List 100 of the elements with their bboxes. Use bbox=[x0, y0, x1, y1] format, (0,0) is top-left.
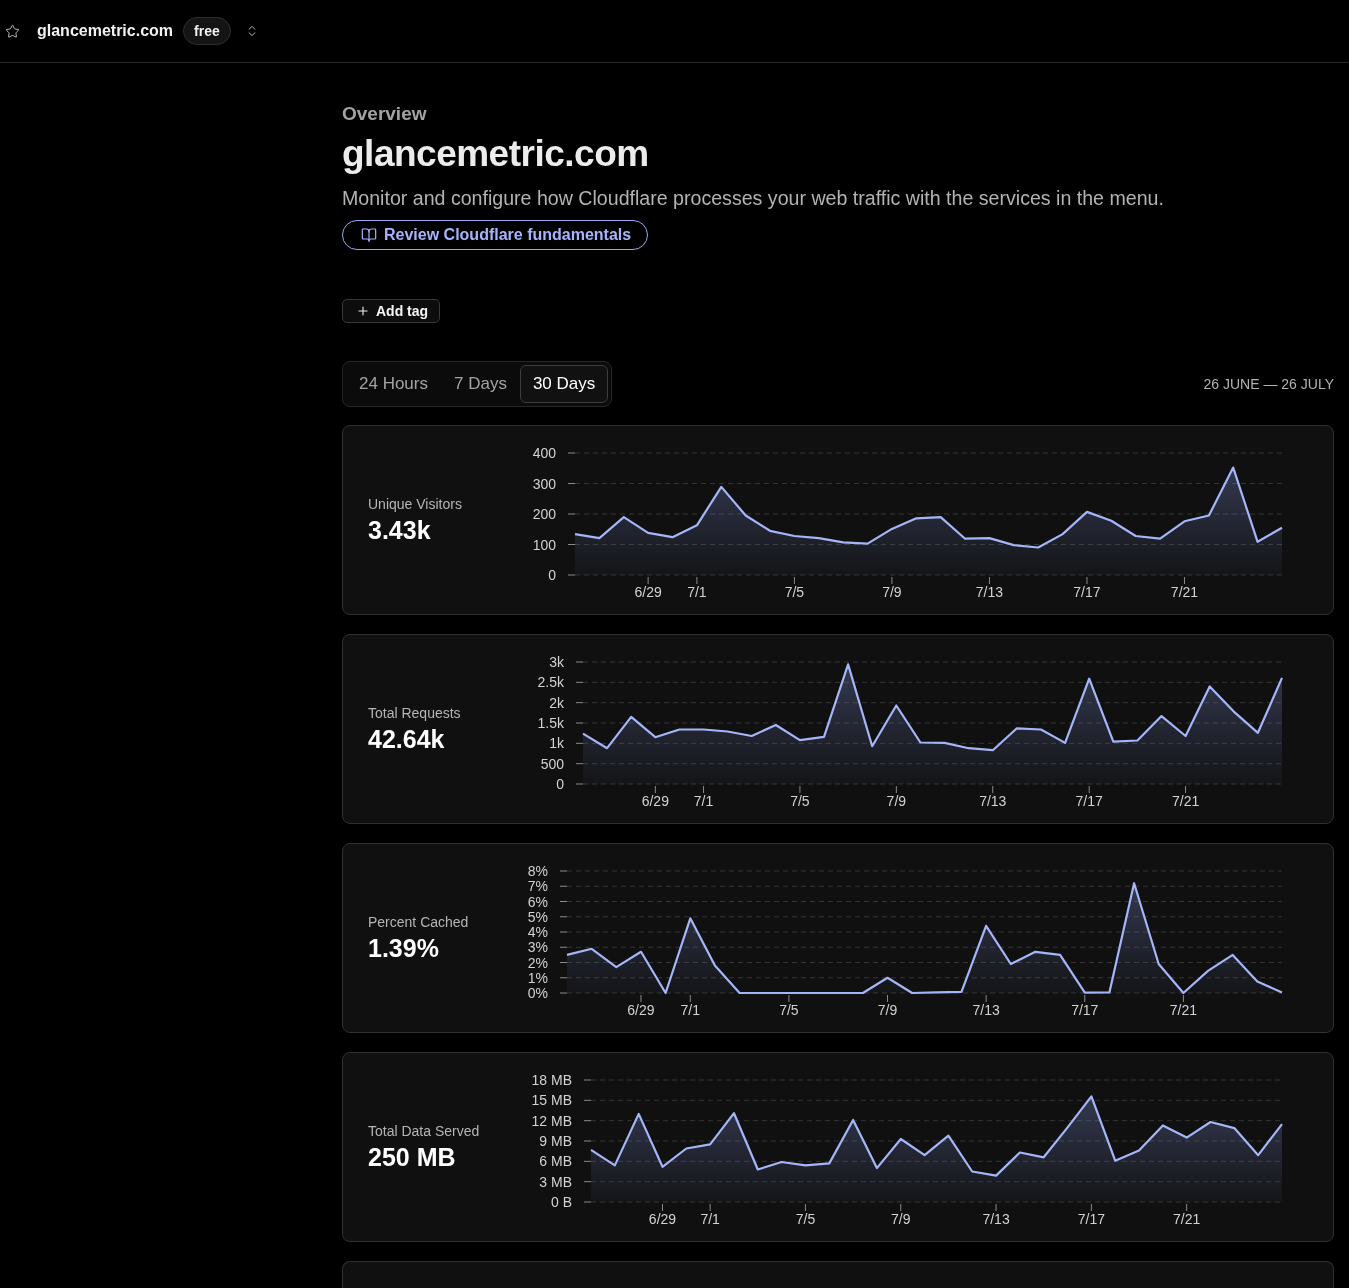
plus-icon bbox=[356, 304, 370, 318]
y-tick-label: 1% bbox=[527, 969, 548, 986]
x-axis-tick: 7/17 bbox=[1073, 576, 1101, 600]
x-axis-tick: 6/29 bbox=[627, 994, 655, 1018]
y-axis-tick: 300 bbox=[532, 475, 576, 492]
y-axis-tick: 2k bbox=[549, 694, 584, 711]
x-axis-tick: 7/21 bbox=[1170, 576, 1199, 600]
x-axis-tick: 7/21 bbox=[1169, 994, 1197, 1018]
y-axis-tick: 1.5k bbox=[537, 715, 584, 731]
y-axis-tick: 6 MB bbox=[539, 1153, 592, 1170]
metric-label: Total Requests bbox=[368, 704, 462, 721]
y-tick-label: 2k bbox=[549, 694, 565, 711]
y-tick-label: 0 bbox=[548, 567, 557, 583]
page-description: Monitor and configure how Cloudflare processes your web traffic with the services in the menu. bbox=[342, 186, 1165, 210]
y-axis-tick: 7% bbox=[527, 878, 568, 895]
y-tick-label: 500 bbox=[540, 755, 565, 772]
metric-value: 250 MB bbox=[368, 1142, 457, 1172]
x-axis-tick: 7/5 bbox=[784, 576, 805, 600]
y-axis-tick: 3% bbox=[527, 939, 568, 956]
y-tick-label: 0 B bbox=[550, 1194, 572, 1210]
plan-badge: free bbox=[183, 17, 231, 45]
x-tick-label: 7/13 bbox=[975, 584, 1004, 600]
x-tick-label: 6/29 bbox=[648, 1211, 677, 1227]
time-range-tab[interactable]: 30 Days bbox=[519, 365, 609, 403]
x-tick-label: 7/5 bbox=[779, 1002, 799, 1018]
x-axis-tick: 6/29 bbox=[641, 785, 669, 809]
x-axis-tick: 7/17 bbox=[1071, 994, 1099, 1018]
y-axis-tick: 18 MB bbox=[531, 1072, 592, 1088]
x-axis-tick: 7/17 bbox=[1077, 1203, 1105, 1227]
y-tick-label: 9 MB bbox=[539, 1133, 572, 1149]
y-axis-tick: 200 bbox=[532, 506, 576, 522]
x-axis-tick: 7/5 bbox=[790, 785, 810, 809]
y-tick-label: 8% bbox=[527, 863, 548, 879]
y-axis-tick: 6% bbox=[527, 893, 568, 910]
x-tick-label: 7/17 bbox=[1073, 584, 1101, 600]
y-tick-label: 2% bbox=[527, 954, 548, 971]
site-name: glancemetric.com bbox=[37, 22, 174, 40]
metric-label: Percent Cached bbox=[368, 913, 470, 930]
x-tick-label: 7/17 bbox=[1071, 1002, 1099, 1018]
add-tag-button[interactable]: Add tag bbox=[342, 299, 441, 323]
y-tick-label: 300 bbox=[532, 475, 557, 492]
y-axis-tick: 100 bbox=[532, 536, 576, 553]
y-tick-label: 6 MB bbox=[539, 1153, 572, 1170]
metric-value: 42.64k bbox=[368, 724, 446, 754]
y-axis-tick: 3k bbox=[549, 654, 584, 670]
y-axis-tick: 8% bbox=[527, 863, 568, 879]
y-tick-label: 100 bbox=[532, 536, 557, 553]
x-tick-label: 7/17 bbox=[1077, 1211, 1106, 1227]
book-icon bbox=[361, 227, 377, 243]
x-axis-tick: 7/21 bbox=[1171, 785, 1200, 809]
x-axis-tick: 7/13 bbox=[979, 785, 1007, 809]
x-axis-tick: 7/5 bbox=[779, 994, 799, 1018]
time-range-tab[interactable]: 24 Hours bbox=[346, 365, 441, 403]
y-tick-label: 3 MB bbox=[539, 1173, 572, 1190]
y-axis-tick: 0% bbox=[527, 985, 568, 1001]
y-axis-tick: 500 bbox=[540, 755, 584, 772]
y-axis-tick: 2.5k bbox=[537, 674, 584, 691]
x-axis-tick: 7/1 bbox=[693, 785, 714, 809]
x-tick-label: 6/29 bbox=[641, 793, 670, 809]
y-axis-tick: 0 B bbox=[551, 1194, 592, 1210]
y-tick-label: 12 MB bbox=[531, 1112, 572, 1129]
x-axis-tick: 6/29 bbox=[634, 576, 662, 600]
x-tick-label: 7/1 bbox=[693, 793, 714, 809]
y-axis-tick: 400 bbox=[532, 445, 576, 461]
star-icon[interactable] bbox=[5, 23, 20, 39]
y-tick-label: 6% bbox=[527, 893, 548, 910]
time-range-tab[interactable]: 7 Days bbox=[441, 365, 520, 403]
x-tick-label: 7/21 bbox=[1169, 1002, 1198, 1018]
x-tick-label: 7/9 bbox=[882, 584, 902, 600]
x-axis-tick: 7/9 bbox=[891, 1203, 911, 1227]
x-axis-tick: 7/13 bbox=[982, 1203, 1010, 1227]
y-tick-label: 0% bbox=[527, 985, 548, 1001]
y-tick-label: 7% bbox=[527, 878, 548, 895]
x-axis-tick: 7/1 bbox=[687, 576, 707, 600]
y-axis-tick: 1k bbox=[549, 735, 584, 752]
x-tick-label: 7/21 bbox=[1170, 584, 1199, 600]
y-tick-label: 18 MB bbox=[531, 1072, 572, 1088]
x-axis-tick: 7/13 bbox=[975, 576, 1004, 600]
x-tick-label: 7/5 bbox=[784, 584, 805, 600]
x-tick-label: 7/17 bbox=[1075, 793, 1104, 809]
y-tick-label: 1k bbox=[549, 735, 565, 752]
y-tick-label: 4% bbox=[527, 924, 548, 940]
x-tick-label: 7/5 bbox=[795, 1211, 816, 1227]
y-tick-label: 15 MB bbox=[531, 1092, 572, 1109]
y-axis-tick: 5% bbox=[527, 908, 568, 925]
metric-value: 1.39% bbox=[368, 933, 440, 963]
x-tick-label: 7/1 bbox=[680, 1002, 701, 1018]
y-axis-tick: 12 MB bbox=[531, 1112, 592, 1129]
page-title: glancemetric.com bbox=[342, 132, 650, 176]
x-tick-label: 7/1 bbox=[687, 584, 707, 600]
y-tick-label: 400 bbox=[532, 445, 557, 461]
x-tick-label: 7/21 bbox=[1173, 1211, 1201, 1227]
y-tick-label: 3k bbox=[549, 654, 565, 670]
x-axis-tick: 7/9 bbox=[877, 994, 898, 1018]
y-tick-label: 2.5k bbox=[537, 674, 565, 691]
y-axis-tick: 0 bbox=[556, 776, 584, 792]
x-axis-tick: 6/29 bbox=[648, 1203, 677, 1227]
x-tick-label: 7/1 bbox=[700, 1211, 721, 1227]
x-tick-label: 7/9 bbox=[886, 793, 907, 809]
x-axis-tick: 7/13 bbox=[972, 994, 1000, 1018]
